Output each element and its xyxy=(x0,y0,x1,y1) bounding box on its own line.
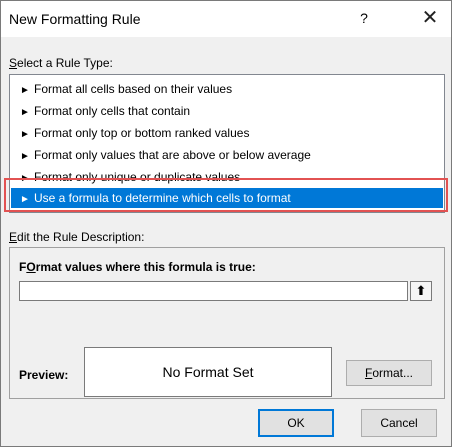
cancel-button[interactable]: Cancel xyxy=(361,409,437,437)
new-formatting-rule-dialog: New Formatting Rule ? ✕ Select a Rule Ty… xyxy=(0,0,452,447)
help-button[interactable]: ? xyxy=(353,7,375,29)
preview-label: Preview: xyxy=(19,368,69,382)
arrow-icon: ► xyxy=(20,107,30,118)
dialog-title: New Formatting Rule xyxy=(9,11,141,27)
close-button[interactable]: ✕ xyxy=(417,5,443,31)
rule-type-item-all-cells[interactable]: ► Format all cells based on their values xyxy=(11,79,443,99)
arrow-icon: ► xyxy=(20,129,30,140)
format-button[interactable]: Format... xyxy=(346,360,432,386)
selection-highlight-box xyxy=(4,178,448,212)
formula-input[interactable] xyxy=(19,281,408,301)
rule-type-item-top-bottom[interactable]: ► Format only top or bottom ranked values xyxy=(11,123,443,143)
rule-type-item-cells-contain[interactable]: ► Format only cells that contain xyxy=(11,101,443,121)
rule-type-label: Select a Rule Type: xyxy=(9,56,113,70)
rule-description-group: FOrmat values where this formula is true… xyxy=(9,247,445,399)
arrow-icon: ► xyxy=(20,85,30,96)
arrow-icon: ► xyxy=(20,151,30,162)
collapse-dialog-icon[interactable]: ⬆ xyxy=(410,281,432,301)
title-bar: New Formatting Rule ? ✕ xyxy=(1,1,451,37)
rule-type-item-above-below-average[interactable]: ► Format only values that are above or be… xyxy=(11,145,443,165)
formula-label: FOrmat values where this formula is true… xyxy=(19,260,256,274)
ok-button[interactable]: OK xyxy=(258,409,334,437)
rule-description-label: Edit the Rule Description: xyxy=(9,230,145,244)
preview-box: No Format Set xyxy=(84,347,332,397)
